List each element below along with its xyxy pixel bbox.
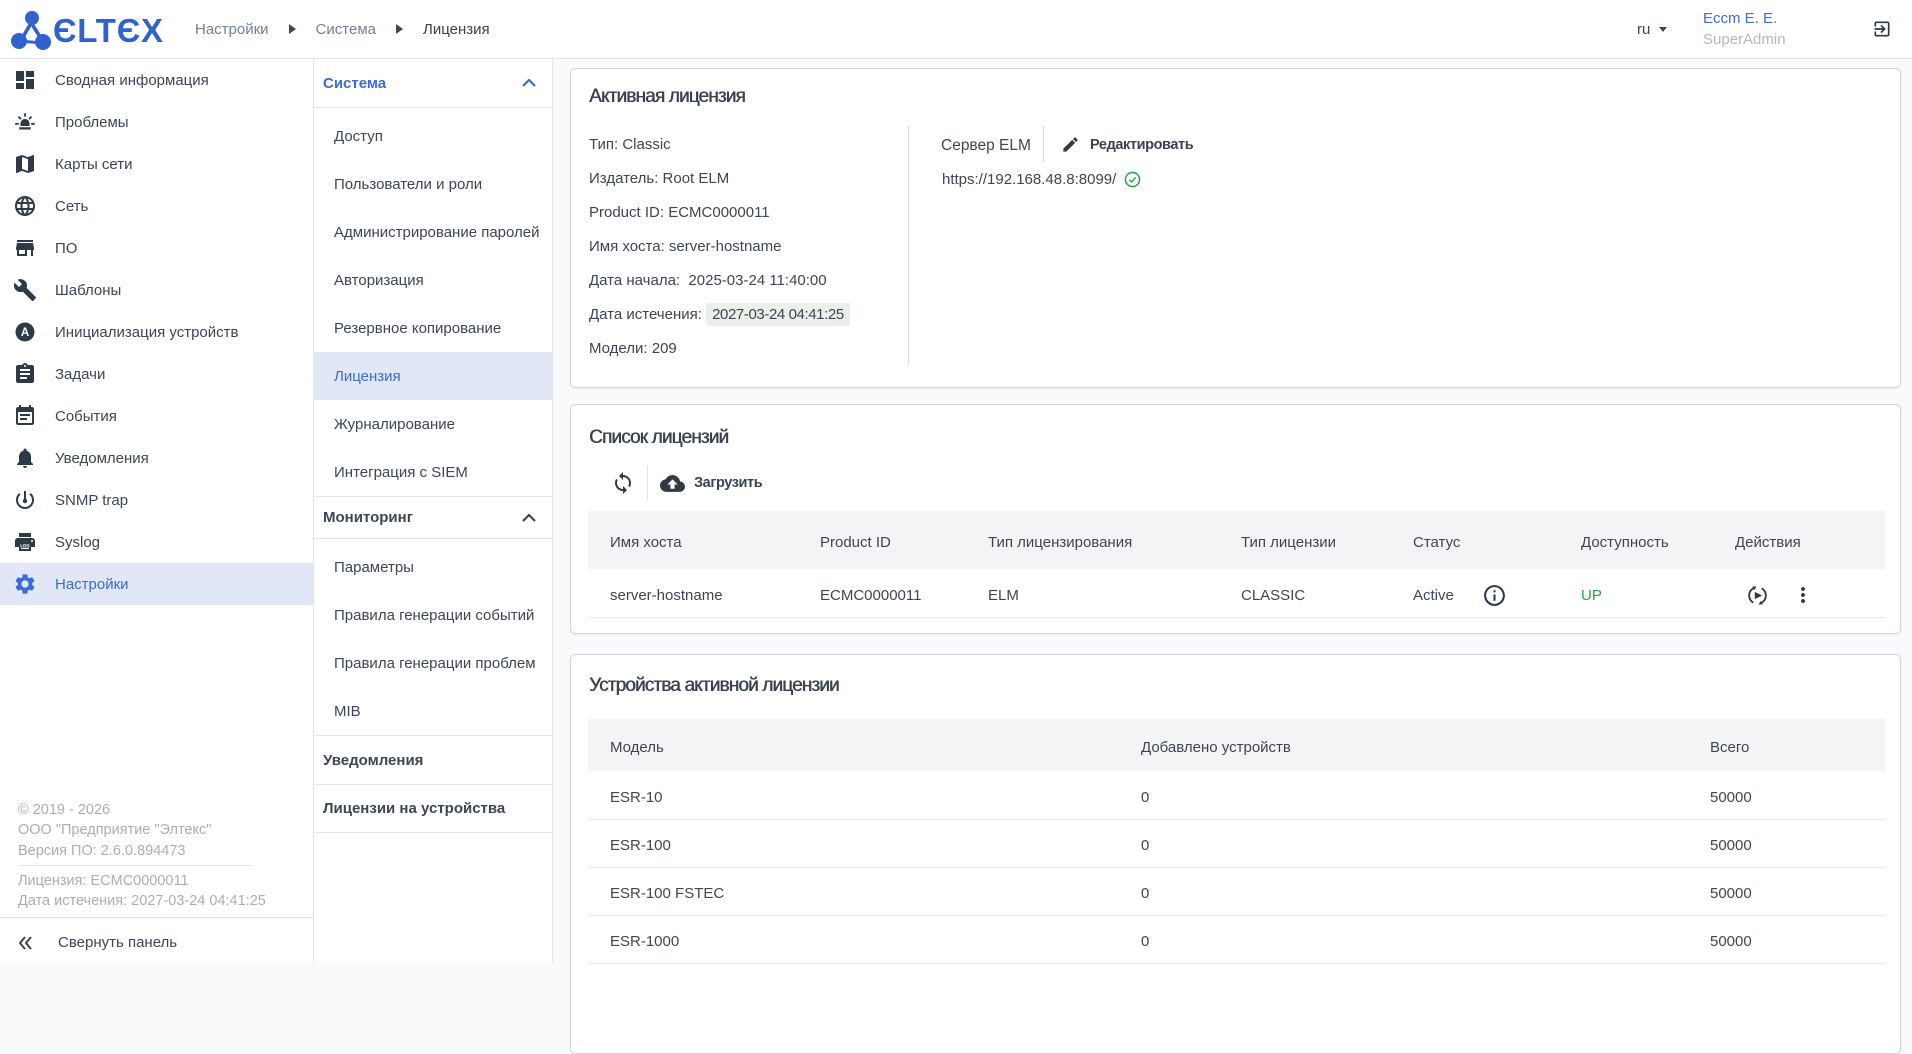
svg-text:LOG: LOG — [20, 543, 30, 548]
svg-text:ЄLTЄX: ЄLTЄX — [53, 12, 164, 49]
svg-text:A: A — [21, 327, 29, 339]
